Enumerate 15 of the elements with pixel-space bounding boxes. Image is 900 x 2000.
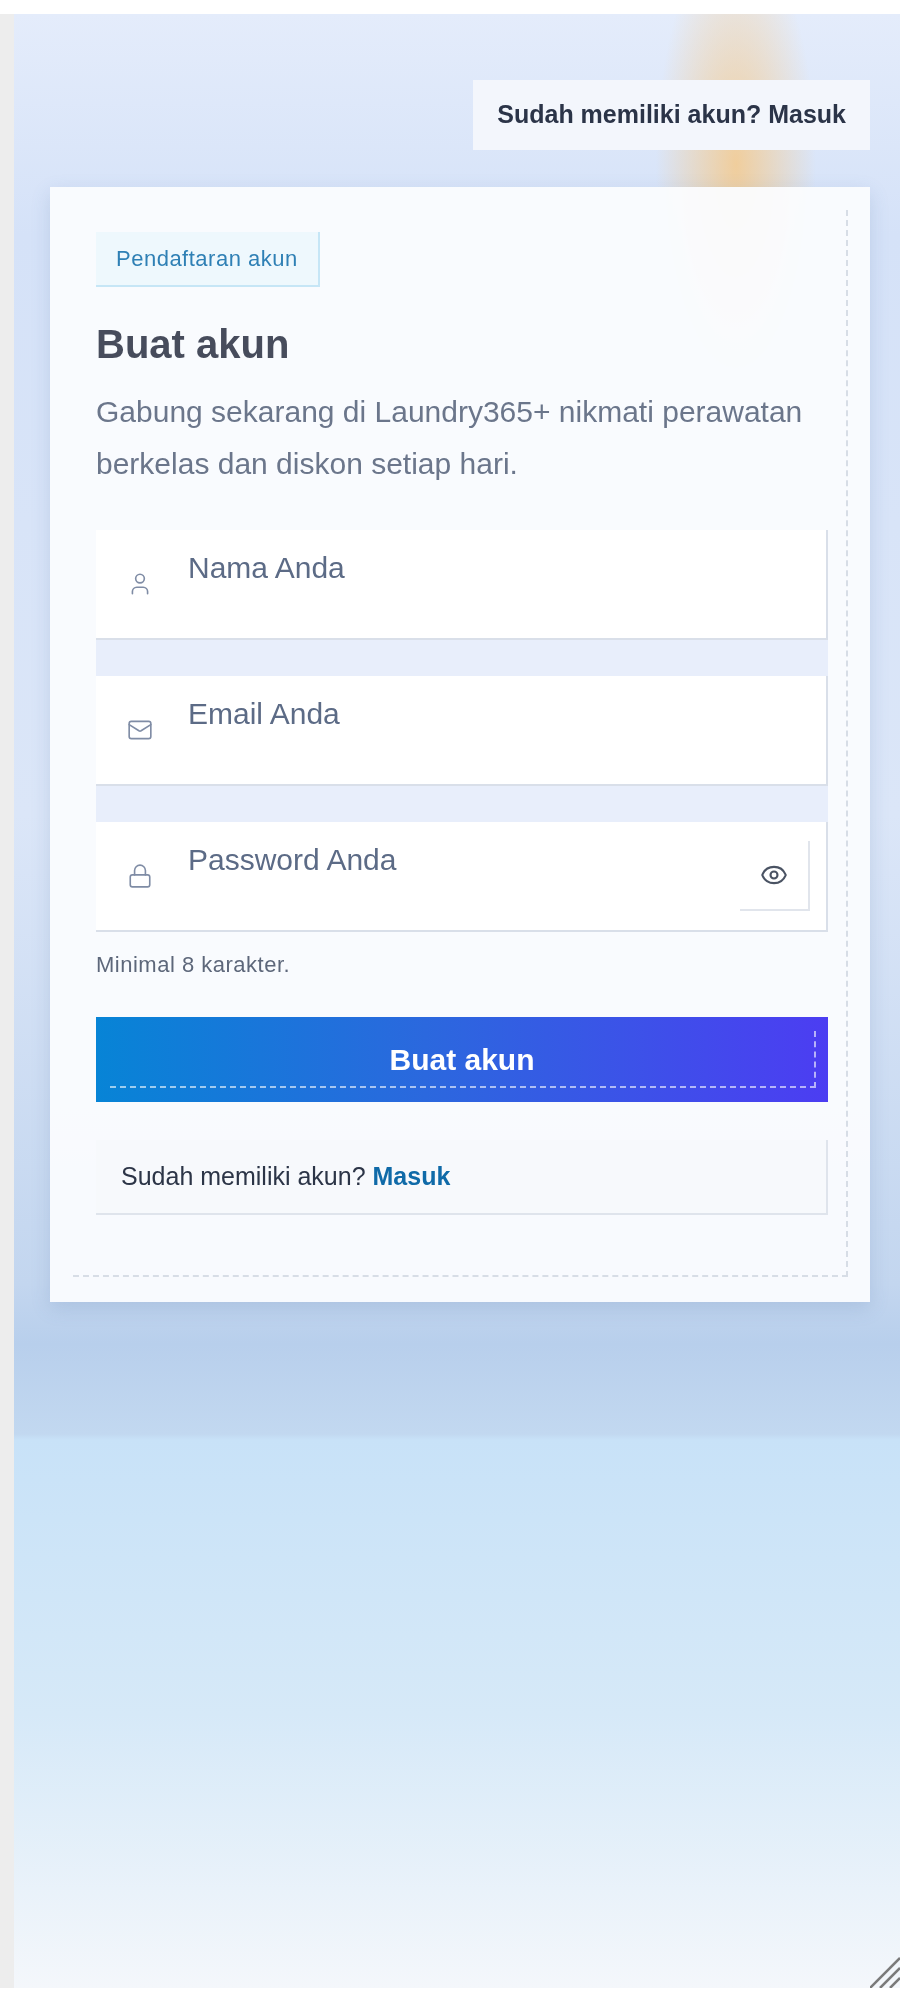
email-input[interactable]: Email Anda	[188, 695, 826, 733]
signin-prompt-text: Sudah memiliki akun? Masuk	[121, 1160, 451, 1192]
signin-link[interactable]: Masuk	[372, 1161, 451, 1190]
name-field[interactable]: Nama Anda	[96, 530, 828, 640]
create-account-button[interactable]: Buat akun	[96, 1017, 828, 1102]
password-hint: Minimal 8 karakter.	[96, 952, 292, 978]
email-field[interactable]: Email Anda	[96, 676, 828, 786]
lock-icon	[127, 863, 153, 889]
password-field[interactable]: Password Anda	[96, 822, 828, 932]
card-description: Gabung sekarang di Laundry365+ nikmati perawatan berkelas dan diskon setiap hari.	[96, 394, 804, 482]
registration-badge: Pendaftaran akun	[96, 232, 320, 287]
card-title: Buat akun	[96, 321, 291, 368]
password-input[interactable]: Password Anda	[188, 841, 740, 879]
signin-button[interactable]: Sudah memiliki akun? Masuk	[473, 80, 870, 150]
name-input[interactable]: Nama Anda	[188, 549, 826, 587]
